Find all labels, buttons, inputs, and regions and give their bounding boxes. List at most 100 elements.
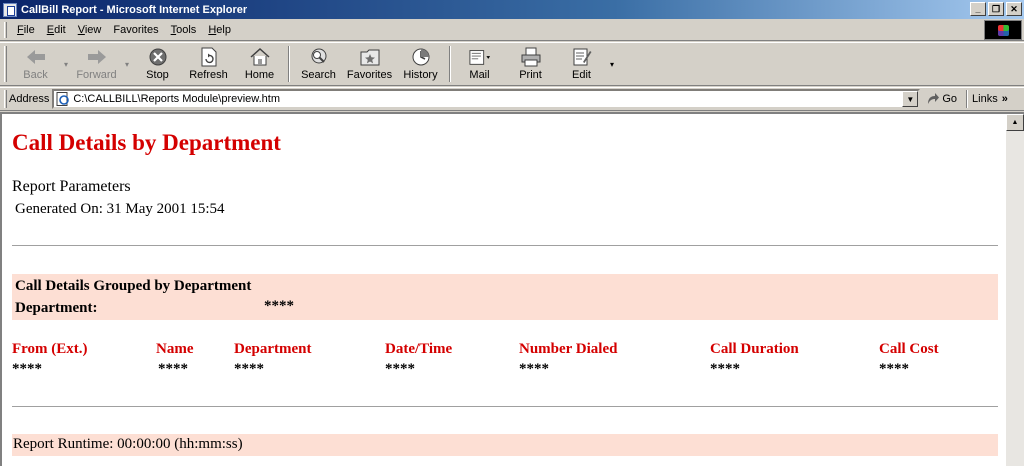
links-button[interactable]: Links	[972, 93, 998, 105]
search-button[interactable]: Search	[293, 44, 344, 84]
home-icon	[249, 47, 271, 67]
cell-number-dialed: ****	[519, 361, 549, 377]
runtime-band: Report Runtime: 00:00:00 (hh:mm:ss)	[12, 434, 998, 456]
ie-page-icon	[56, 92, 70, 106]
search-label: Search	[301, 69, 336, 81]
menu-favorites-label: Favorites	[113, 23, 159, 36]
go-button[interactable]: Go	[926, 92, 957, 106]
divider	[12, 245, 998, 247]
address-input[interactable]: C:\CALLBILL\Reports Module\preview.htm ▼	[52, 89, 921, 109]
cell-department: ****	[234, 361, 264, 377]
divider	[12, 406, 998, 408]
cell-call-cost: ****	[879, 361, 909, 377]
column-header-department: Department	[234, 341, 312, 357]
menu-file-label: ile	[23, 23, 35, 36]
column-header-call-cost: Call Cost	[879, 341, 939, 357]
column-header-number-dialed: Number Dialed	[519, 341, 618, 357]
refresh-label: Refresh	[189, 69, 228, 81]
print-label: Print	[519, 69, 542, 81]
menu-tools-label: ools	[176, 23, 197, 36]
menu-bar: File Edit View Favorites Tools Help	[0, 19, 1024, 41]
back-button[interactable]: Back	[10, 44, 61, 84]
back-dropdown-icon[interactable]: ▾	[61, 44, 71, 84]
forward-dropdown-icon[interactable]: ▾	[122, 44, 132, 84]
toolbar-overflow-icon[interactable]: ▾	[607, 44, 617, 84]
edit-button[interactable]: Edit	[556, 44, 607, 84]
edit-label: Edit	[572, 69, 591, 81]
column-header-call-duration: Call Duration	[710, 341, 799, 357]
address-dropdown-icon[interactable]: ▼	[902, 91, 919, 107]
group-header-band: Call Details Grouped by Department Depar…	[12, 274, 998, 320]
mail-label: Mail	[469, 69, 490, 81]
scroll-up-arrow-icon[interactable]: ▲	[1006, 114, 1024, 131]
group-title: Call Details Grouped by Department	[15, 278, 252, 294]
home-label: Home	[244, 69, 275, 81]
refresh-button[interactable]: Refresh	[183, 44, 234, 84]
menu-view[interactable]: View	[72, 24, 108, 36]
menu-view-label: iew	[84, 23, 102, 36]
close-button[interactable]: ✕	[1006, 2, 1022, 16]
address-label: Address	[9, 93, 50, 105]
cell-from-ext: ****	[12, 361, 42, 377]
menu-tools[interactable]: Tools	[165, 24, 203, 36]
history-label: History	[403, 69, 438, 81]
mail-button[interactable]: Mail	[454, 44, 505, 84]
cell-date-time: ****	[385, 361, 415, 377]
menu-edit-accel: E	[46, 23, 55, 36]
home-button[interactable]: Home	[234, 44, 285, 84]
column-header-date-time: Date/Time	[385, 341, 453, 357]
column-header-name: Name	[156, 341, 194, 357]
menu-favorites[interactable]: Favorites	[107, 24, 164, 36]
history-clock-icon	[410, 47, 432, 67]
stop-button[interactable]: Stop	[132, 44, 183, 84]
menu-grip[interactable]	[4, 21, 7, 38]
window-controls: _ ❐ ✕	[970, 2, 1022, 16]
print-button[interactable]: Print	[505, 44, 556, 84]
cell-call-duration: ****	[710, 361, 740, 377]
toolbar-grip[interactable]	[4, 46, 7, 82]
toolbar-separator	[288, 46, 290, 82]
report-runtime-text: Report Runtime: 00:00:00 (hh:mm:ss)	[13, 436, 243, 452]
menu-file-accel: F	[17, 23, 24, 36]
go-arrow-icon	[926, 92, 940, 106]
minimize-button[interactable]: _	[970, 2, 986, 16]
menu-edit-label: dit	[54, 23, 66, 36]
menu-file[interactable]: File	[11, 24, 41, 36]
links-separator	[966, 90, 969, 108]
ie-page-icon	[3, 2, 17, 17]
windows-logo-icon	[984, 20, 1022, 40]
forward-label: Forward	[76, 69, 117, 81]
menu-help[interactable]: Help	[202, 24, 237, 36]
search-icon	[308, 47, 330, 67]
report-title: Call Details by Department	[12, 130, 281, 155]
back-arrow-icon	[25, 47, 47, 67]
address-url: C:\CALLBILL\Reports Module\preview.htm	[73, 93, 281, 105]
department-value: ****	[264, 298, 294, 314]
page-viewport: Call Details by Department Report Parame…	[0, 112, 1024, 466]
window-title: CallBill Report - Microsoft Internet Exp…	[21, 3, 248, 16]
forward-arrow-icon	[86, 47, 108, 67]
address-grip[interactable]	[4, 90, 7, 108]
standard-toolbar: Back ▾ Forward ▾ Stop Refresh Home Searc…	[0, 42, 1024, 86]
vertical-scrollbar[interactable]: ▲	[1006, 114, 1024, 466]
menu-edit[interactable]: Edit	[41, 24, 72, 36]
restore-button[interactable]: ❐	[988, 2, 1004, 16]
mail-icon	[468, 47, 491, 67]
column-header-from-ext: From (Ext.)	[12, 341, 88, 357]
stop-label: Stop	[146, 69, 169, 81]
favorites-button[interactable]: Favorites	[344, 44, 395, 84]
menu-view-accel: V	[77, 23, 85, 36]
back-label: Back	[23, 69, 48, 81]
go-label: Go	[942, 93, 958, 105]
stop-icon	[147, 47, 169, 67]
menu-help-label: elp	[216, 23, 231, 36]
forward-button[interactable]: Forward	[71, 44, 122, 84]
history-button[interactable]: History	[395, 44, 446, 84]
window-title-bar[interactable]: CallBill Report - Microsoft Internet Exp…	[0, 0, 1024, 19]
favorites-label: Favorites	[346, 69, 393, 81]
links-chevron-icon[interactable]: »	[1002, 93, 1008, 105]
refresh-icon	[198, 47, 220, 67]
address-bar: Address C:\CALLBILL\Reports Module\previ…	[0, 87, 1024, 111]
report-parameters-heading: Report Parameters	[12, 178, 131, 195]
generated-on-text: Generated On: 31 May 2001 15:54	[15, 201, 225, 217]
